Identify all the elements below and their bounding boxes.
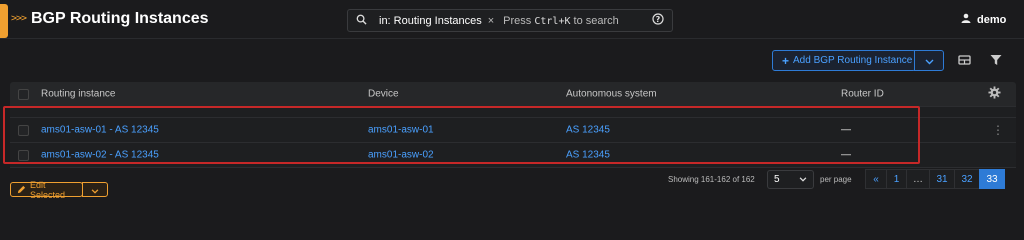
plus-icon: + [782, 53, 790, 68]
page-link[interactable]: 1 [886, 169, 907, 189]
add-dropdown-button[interactable] [914, 50, 944, 71]
user-icon [961, 13, 971, 26]
row-actions-icon[interactable]: ⋮ [992, 123, 1004, 137]
page-ellipsis: … [906, 169, 930, 189]
shortcut-key: Ctrl+K [534, 15, 571, 27]
page-link[interactable]: 31 [929, 169, 955, 189]
column-header[interactable]: Router ID [841, 89, 884, 100]
edit-selected-button[interactable]: Edit Selected [10, 179, 83, 200]
selection-highlight [3, 106, 920, 164]
header-divider [0, 38, 1024, 39]
sidebar-toggle[interactable] [0, 4, 8, 38]
per-page-label: per page [820, 175, 852, 184]
column-header[interactable]: Autonomous system [566, 89, 657, 100]
page-title: BGP Routing Instances [31, 10, 209, 27]
chevron-down-icon [91, 181, 99, 199]
user-menu[interactable]: demo [961, 13, 1006, 26]
pagination-summary: Showing 161-162 of 162 [668, 175, 755, 184]
svg-text:?: ? [656, 15, 661, 24]
column-header[interactable]: Routing instance [41, 89, 116, 100]
filter-icon[interactable] [990, 53, 1002, 71]
search-scope-chip: in: Routing Instances [379, 14, 482, 27]
per-page-value: 5 [774, 174, 780, 185]
search-bar[interactable]: in: Routing Instances × Press Ctrl+K to … [347, 9, 673, 32]
gear-icon[interactable] [988, 86, 1001, 102]
add-button-label: Add BGP Routing Instance [793, 55, 913, 66]
user-name: demo [977, 13, 1007, 26]
select-all-checkbox[interactable] [18, 88, 29, 100]
column-header[interactable]: Device [368, 89, 399, 100]
help-icon[interactable]: ? [652, 13, 664, 28]
page-first[interactable]: « [865, 169, 887, 189]
clear-scope-icon[interactable]: × [488, 15, 494, 27]
page-link[interactable]: 32 [954, 169, 980, 189]
add-routing-instance-button[interactable]: + Add BGP Routing Instance [772, 50, 916, 71]
edit-dropdown-button[interactable] [82, 182, 108, 197]
chevron-down-icon [799, 174, 807, 185]
pagination: « 1 … 31 32 33 [865, 169, 1005, 189]
page-current[interactable]: 33 [979, 169, 1005, 189]
search-icon [356, 14, 367, 28]
breadcrumb-chevron: >>> [11, 13, 27, 24]
per-page-select[interactable]: 5 [767, 170, 814, 189]
table-header-row: Routing instance Device Autonomous syste… [10, 82, 1016, 107]
chevron-down-icon [925, 52, 934, 70]
edit-selected-label: Edit Selected [30, 179, 66, 200]
pencil-icon [17, 185, 26, 194]
table-config-icon[interactable] [958, 53, 971, 71]
search-hint[interactable]: Press Ctrl+K to search [503, 15, 619, 27]
